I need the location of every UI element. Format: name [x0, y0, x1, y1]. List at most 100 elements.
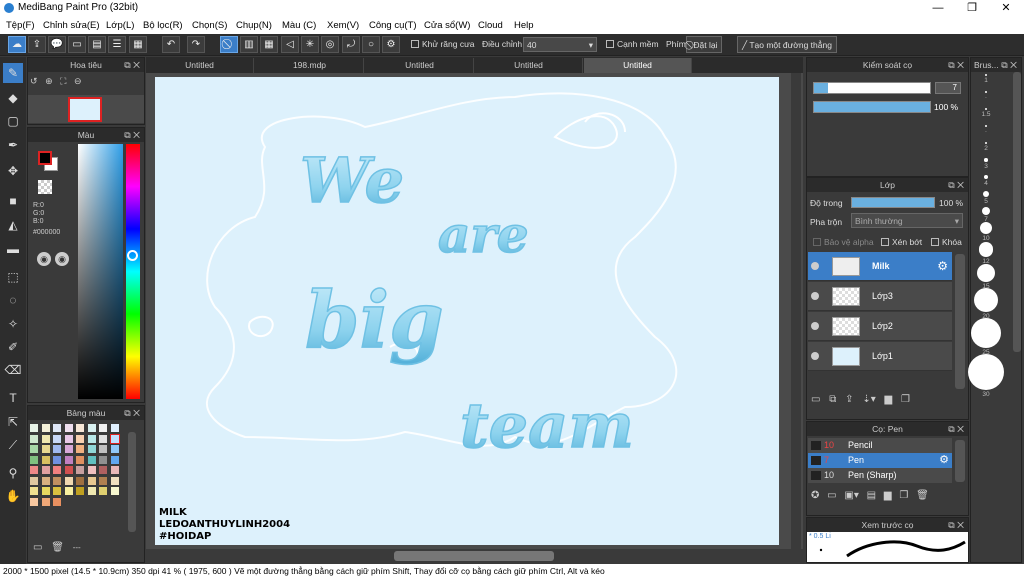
color-swatch[interactable]	[110, 487, 119, 495]
brush-size-dot[interactable]	[968, 353, 1004, 390]
operation-icon[interactable]: ⇱	[3, 412, 23, 432]
dot-brush-icon[interactable]: ✒	[3, 135, 23, 155]
menu-layer[interactable]: Lớp(L)	[106, 20, 134, 31]
color-swatch[interactable]	[99, 466, 107, 474]
hue-slider[interactable]	[126, 144, 140, 399]
brush-size-dot[interactable]	[971, 317, 1001, 348]
color-swatch[interactable]	[30, 424, 38, 432]
undo-icon[interactable]: ↶	[162, 36, 180, 53]
color-swatch[interactable]	[64, 476, 73, 485]
color-swatch[interactable]	[110, 455, 119, 464]
color-swatch[interactable]	[41, 445, 50, 453]
bucket-icon[interactable]: ◭	[3, 215, 23, 235]
snap-settings-icon[interactable]: ⚙	[382, 36, 400, 53]
zoom-out-icon[interactable]: ⊖	[74, 76, 82, 86]
minimize-button[interactable]: —	[921, 0, 955, 17]
menu-snap[interactable]: Chụp(N)	[236, 20, 272, 31]
color-swatch[interactable]	[87, 445, 96, 453]
blend-dropdown[interactable]: Bình thường ▾	[851, 213, 963, 228]
gear-icon[interactable]: ⚙	[939, 453, 949, 466]
brush-list-scrollbar[interactable]	[955, 440, 965, 482]
canvas-vertical-scrollbar[interactable]	[791, 73, 801, 551]
panel-controls-icon[interactable]: ⧉ ✕	[1001, 58, 1017, 72]
duplicate-icon[interactable]: ❐	[901, 394, 910, 405]
color-swatch[interactable]	[53, 445, 61, 453]
color-swatch[interactable]	[64, 445, 73, 453]
layer-item-lop2[interactable]: Lớp2	[808, 312, 952, 341]
close-button[interactable]: ✕	[989, 0, 1023, 17]
color-swatch[interactable]	[99, 445, 107, 453]
antialias-checkbox[interactable]: Khử răng cưa	[411, 39, 475, 49]
canvas-horizontal-scrollbar[interactable]	[146, 549, 803, 563]
snap-parallel-icon[interactable]: ▥	[240, 36, 258, 53]
select-pen-icon[interactable]: ✐	[3, 337, 23, 357]
color-swatch[interactable]	[64, 487, 73, 495]
rectangle-icon[interactable]: ▢	[3, 111, 23, 131]
color-swatch[interactable]	[99, 476, 107, 485]
color-swatch[interactable]	[30, 434, 38, 443]
saturation-value-picker[interactable]	[78, 144, 123, 399]
color-swatch[interactable]	[76, 434, 84, 443]
menu-window[interactable]: Cửa sổ(W)	[424, 20, 470, 31]
color-swatch[interactable]	[30, 445, 38, 453]
panel-controls-icon[interactable]: ⧉ ✕	[124, 58, 140, 72]
redo-icon[interactable]: ↷	[187, 36, 205, 53]
swatch-scrollbar[interactable]	[128, 432, 136, 532]
menu-file[interactable]: Tệp(F)	[6, 20, 35, 31]
color-swatch[interactable]	[99, 434, 107, 443]
comment-icon[interactable]: 💬	[48, 36, 66, 53]
snap-off-icon[interactable]: ⃠	[220, 36, 238, 53]
snap-grid-icon[interactable]: ▦	[260, 36, 278, 53]
reset-button[interactable]: ⃠ Đặt lại	[686, 36, 723, 53]
fit-icon[interactable]: ⛶	[60, 76, 66, 86]
brush-icon[interactable]: ✎	[3, 63, 23, 83]
rotate-left-icon[interactable]: ↺	[30, 76, 38, 86]
color-swatch[interactable]	[110, 424, 119, 432]
new-layer-icon[interactable]: ▭	[811, 394, 820, 405]
color-swatch[interactable]	[99, 487, 107, 495]
panel-controls-icon[interactable]: ⧉ ✕	[124, 406, 140, 420]
hue-handle[interactable]	[127, 250, 138, 261]
scroll-thumb[interactable]	[394, 551, 554, 561]
color-swatch[interactable]	[76, 455, 84, 464]
brush-add-icon[interactable]: ✪	[811, 490, 819, 501]
color-swatch[interactable]	[110, 445, 119, 453]
brush-item-pencil[interactable]: 10 Pencil	[808, 438, 952, 453]
color-swatch[interactable]	[76, 424, 84, 432]
gradient-icon[interactable]: ▬	[3, 239, 23, 259]
color-swatch[interactable]	[53, 434, 61, 443]
folder-icon[interactable]: ▆	[885, 394, 893, 405]
zoom-in-icon[interactable]: ⊕	[45, 76, 53, 86]
brush-opacity-slider[interactable]	[813, 101, 931, 113]
move-icon[interactable]: ✥	[3, 161, 23, 181]
menu-filter[interactable]: Bộ lọc(R)	[143, 20, 183, 31]
hand-icon[interactable]: ✋	[3, 486, 23, 506]
brush-item-pen[interactable]: 7 Pen ⚙	[808, 453, 952, 468]
brush-size-slider[interactable]	[813, 82, 931, 94]
color-swatch[interactable]	[110, 476, 119, 485]
brush-menu-icon[interactable]: ▣▾	[844, 490, 858, 501]
color-swatch[interactable]	[41, 476, 50, 485]
transparent-swatch[interactable]	[38, 180, 52, 194]
color-swatch[interactable]	[53, 424, 61, 432]
eraser-icon[interactable]: ◆	[3, 88, 23, 108]
canvas-area[interactable]: We are big team MILK LEDOANTHUYLINH2004 …	[146, 73, 803, 551]
panel-controls-icon[interactable]: ⧉ ✕	[948, 178, 964, 192]
lock-checkbox[interactable]: Khóa	[931, 237, 962, 247]
color-swatch[interactable]	[109, 433, 120, 444]
color-swatch[interactable]	[41, 487, 50, 495]
tab-untitled-1[interactable]: Untitled	[146, 58, 254, 73]
trash-icon[interactable]: 🗑	[916, 490, 929, 501]
color-swatch[interactable]	[76, 445, 84, 453]
brush-size-dot[interactable]	[974, 287, 998, 312]
layer-scrollbar[interactable]	[955, 254, 965, 389]
adjust-dropdown[interactable]: 40 ▾	[523, 37, 597, 52]
color-swatch[interactable]	[30, 487, 38, 495]
new-brush-icon[interactable]: ▭	[827, 490, 836, 501]
select-rect-icon[interactable]: ⬚	[3, 267, 23, 287]
tab-198[interactable]: 198.mdp	[256, 58, 364, 73]
color-swatch[interactable]	[30, 466, 38, 474]
page-icon[interactable]: ▤	[88, 36, 106, 53]
color-swatch[interactable]	[53, 466, 61, 474]
color-swatch[interactable]	[87, 466, 96, 474]
